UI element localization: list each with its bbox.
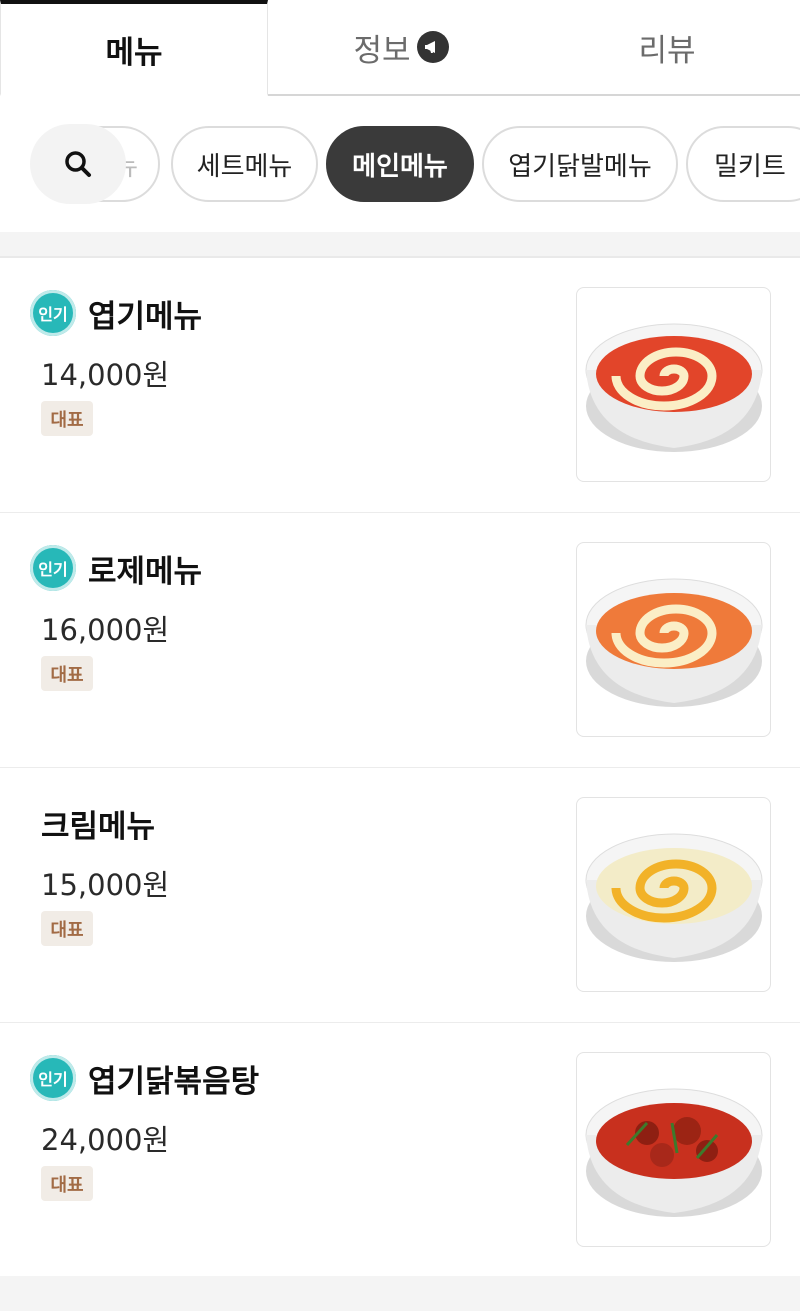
category-chip-row: 뉴 세트메뉴 메인메뉴 엽기닭발메뉴 밀키트 bbox=[0, 96, 800, 232]
representative-tag: 대표 bbox=[41, 911, 93, 946]
search-button[interactable] bbox=[30, 124, 126, 204]
search-icon bbox=[65, 151, 91, 177]
menu-item[interactable]: 인기 엽기닭볶음탕 24,000원 대표 bbox=[0, 1023, 800, 1278]
tab-review[interactable]: 리뷰 bbox=[534, 0, 800, 96]
chip-set-menu-label: 세트메뉴 bbox=[196, 151, 293, 182]
representative-tag: 대표 bbox=[41, 656, 93, 691]
popular-badge: 인기 bbox=[30, 545, 76, 591]
menu-item-price: 14,000원 bbox=[41, 358, 170, 392]
popular-badge: 인기 bbox=[30, 1055, 76, 1101]
chip-set-menu[interactable]: 세트메뉴 bbox=[171, 126, 318, 202]
representative-tag: 대표 bbox=[41, 1166, 93, 1201]
menu-item-price: 16,000원 bbox=[41, 613, 170, 647]
bottom-divider bbox=[0, 1276, 800, 1311]
menu-item-name: 크림메뉴 bbox=[41, 808, 156, 845]
section-divider bbox=[0, 232, 800, 258]
menu-item-name-row: 인기 로제메뉴 bbox=[30, 545, 202, 591]
menu-item-image bbox=[576, 1052, 771, 1247]
chip-chicken-feet-menu[interactable]: 엽기닭발메뉴 bbox=[482, 126, 678, 202]
tab-bar: 메뉴 정보 리뷰 bbox=[0, 0, 800, 96]
menu-item-image bbox=[576, 797, 771, 992]
popular-badge: 인기 bbox=[30, 290, 76, 336]
representative-tag: 대표 bbox=[41, 401, 93, 436]
menu-item-name: 로제메뉴 bbox=[88, 553, 203, 590]
chip-mealkit-label: 밀키트 bbox=[714, 151, 786, 182]
chip-main-menu[interactable]: 메인메뉴 bbox=[326, 126, 474, 202]
tab-info[interactable]: 정보 bbox=[268, 0, 534, 96]
tab-menu[interactable]: 메뉴 bbox=[0, 0, 268, 96]
chip-chicken-feet-menu-label: 엽기닭발메뉴 bbox=[508, 151, 652, 182]
menu-item-price: 15,000원 bbox=[41, 868, 170, 902]
chip-main-menu-label: 메인메뉴 bbox=[352, 151, 448, 182]
menu-list: 인기 엽기메뉴 14,000원 대표 인기 로제메뉴 16,000원 대표 크림… bbox=[0, 258, 800, 1278]
tab-review-label: 리뷰 bbox=[638, 32, 696, 69]
megaphone-icon bbox=[416, 31, 449, 63]
menu-item-image bbox=[576, 542, 771, 737]
menu-item-name: 엽기메뉴 bbox=[88, 298, 203, 335]
menu-item-name-row: 인기 엽기닭볶음탕 bbox=[30, 1055, 259, 1101]
tab-info-label: 정보 bbox=[353, 32, 411, 69]
menu-item[interactable]: 인기 엽기메뉴 14,000원 대표 bbox=[0, 258, 800, 513]
tab-menu-label: 메뉴 bbox=[105, 34, 163, 71]
chip-mealkit[interactable]: 밀키트 bbox=[686, 126, 800, 202]
menu-item-image bbox=[576, 287, 771, 482]
menu-item-name: 엽기닭볶음탕 bbox=[88, 1063, 260, 1100]
menu-item[interactable]: 인기 로제메뉴 16,000원 대표 bbox=[0, 513, 800, 768]
menu-item-price: 24,000원 bbox=[41, 1123, 170, 1157]
menu-item-name-row: 크림메뉴 bbox=[30, 800, 155, 846]
menu-item[interactable]: 크림메뉴 15,000원 대표 bbox=[0, 768, 800, 1023]
menu-item-name-row: 인기 엽기메뉴 bbox=[30, 290, 202, 336]
